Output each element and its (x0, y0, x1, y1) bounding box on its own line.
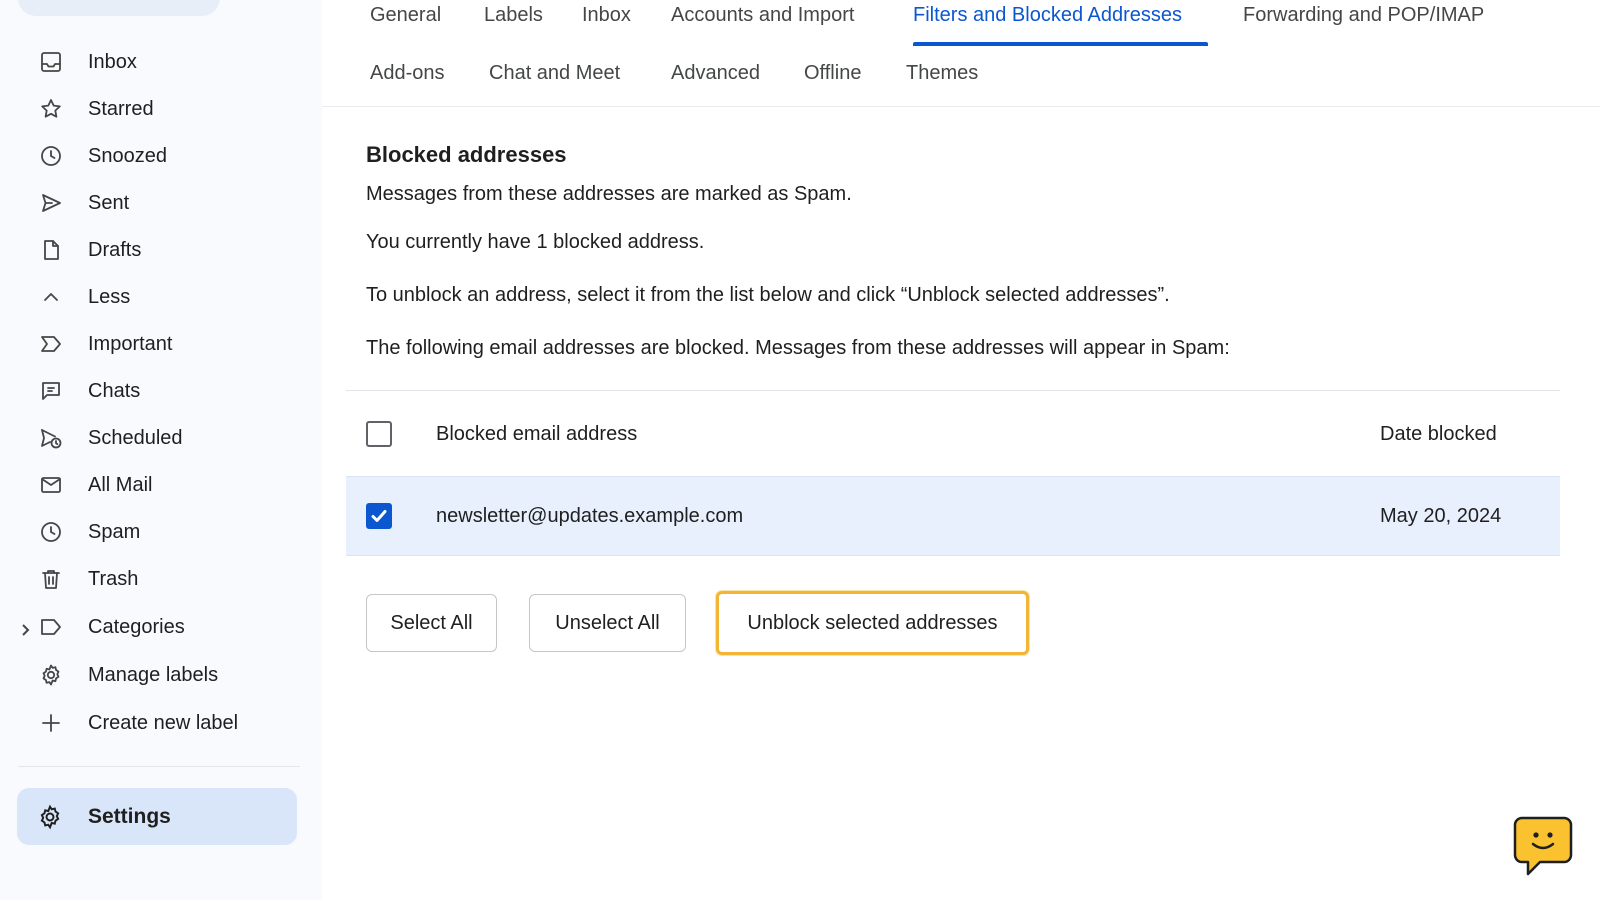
unblock-instructions: To unblock an address, select it from th… (366, 284, 1170, 306)
gear-icon (38, 662, 64, 688)
column-header-address: Blocked email address (436, 423, 638, 445)
chat-icon (38, 378, 64, 404)
sidebar-item-less[interactable]: Less (0, 277, 300, 317)
star-icon (38, 96, 64, 122)
send-icon (38, 190, 64, 216)
draft-icon (38, 237, 64, 263)
sidebar-item-label: Snoozed (88, 144, 167, 167)
sidebar-item-create-new-label[interactable]: Create new label (0, 703, 300, 743)
trash-icon (38, 566, 64, 592)
sidebar-item-snoozed[interactable]: Snoozed (0, 136, 300, 176)
tabs-divider (322, 106, 1600, 107)
sidebar-item-label: Chats (88, 379, 141, 402)
select-all-button[interactable]: Select All (366, 594, 497, 652)
table-header: Blocked email address Date blocked (346, 392, 1560, 476)
sidebar-item-chats[interactable]: Chats (0, 371, 300, 411)
sidebar-item-label: Spam (88, 520, 141, 543)
tab-labels[interactable]: Labels (484, 4, 543, 27)
sidebar-item-label: All Mail (88, 473, 153, 496)
sidebar-item-label: Categories (88, 615, 185, 638)
tab-inbox[interactable]: Inbox (582, 4, 631, 27)
tab-themes[interactable]: Themes (906, 62, 978, 85)
tab-advanced[interactable]: Advanced (671, 62, 760, 85)
compose-button[interactable] (18, 0, 220, 16)
active-tab-indicator (913, 42, 1208, 46)
tab-general[interactable]: General (370, 4, 441, 27)
sidebar-item-label: Less (88, 285, 131, 308)
row-checkbox[interactable] (366, 503, 392, 529)
table-row[interactable]: newsletter@updates.example.com May 20, 2… (346, 476, 1560, 556)
unblock-selected-button[interactable]: Unblock selected addresses (716, 591, 1029, 655)
spam-icon (38, 519, 64, 545)
sidebar-item-label: Create new label (88, 711, 239, 734)
plus-icon (38, 710, 64, 736)
sidebar-item-spam[interactable]: Spam (0, 512, 300, 552)
sidebar-item-scheduled[interactable]: Scheduled (0, 418, 300, 458)
sidebar-item-label: Drafts (88, 238, 142, 261)
blocked-count-text: You currently have 1 blocked address. (366, 231, 705, 253)
sidebar-item-label: Manage labels (88, 663, 219, 686)
sidebar-item-label: Starred (88, 97, 154, 120)
sidebar-item-drafts[interactable]: Drafts (0, 230, 300, 270)
chevron-right-icon[interactable] (18, 620, 32, 636)
select-all-checkbox[interactable] (366, 421, 392, 447)
sidebar-item-label: Trash (88, 567, 139, 590)
gear-icon (37, 804, 63, 830)
label-icon (38, 614, 64, 640)
checkmark-icon (371, 510, 387, 522)
sidebar-item-label: Scheduled (88, 426, 183, 449)
tab-filters-and-blocked-addresses[interactable]: Filters and Blocked Addresses (913, 4, 1182, 27)
chevron-up-icon (38, 284, 64, 310)
tab-forwarding-and-pop-imap[interactable]: Forwarding and POP/IMAP (1243, 4, 1484, 27)
clock-icon (38, 143, 64, 169)
sidebar-divider (18, 766, 300, 767)
unselect-all-button[interactable]: Unselect All (529, 594, 686, 652)
sidebar-item-inbox[interactable]: Inbox (0, 42, 300, 82)
section-title: Blocked addresses (366, 142, 567, 167)
support-chat-icon[interactable] (1512, 815, 1574, 877)
sidebar-item-sent[interactable]: Sent (0, 183, 300, 223)
tab-chat-and-meet[interactable]: Chat and Meet (489, 62, 620, 85)
blocked-address: newsletter@updates.example.com (436, 505, 744, 527)
sidebar-item-label: Inbox (88, 50, 137, 73)
sidebar-item-all-mail[interactable]: All Mail (0, 465, 300, 505)
date-blocked: May 20, 2024 (1380, 505, 1502, 527)
scheduled-send-icon (38, 425, 64, 451)
tab-accounts-and-import[interactable]: Accounts and Import (671, 4, 854, 27)
sidebar-item-trash[interactable]: Trash (0, 559, 300, 599)
tab-add-ons[interactable]: Add-ons (370, 62, 445, 85)
sidebar: Inbox Starred Snoozed Sent Drafts Less I… (0, 0, 322, 900)
sidebar-item-label: Settings (88, 804, 171, 828)
table-divider (346, 390, 1560, 391)
sidebar-item-manage-labels[interactable]: Manage labels (0, 655, 300, 695)
sidebar-item-categories[interactable]: Categories (0, 607, 300, 647)
important-icon (38, 331, 64, 357)
tab-offline[interactable]: Offline (804, 62, 861, 85)
sidebar-item-important[interactable]: Important (0, 324, 300, 364)
sidebar-item-starred[interactable]: Starred (0, 89, 300, 129)
sidebar-item-label: Important (88, 332, 173, 355)
section-subtitle: Messages from these addresses are marked… (366, 183, 852, 205)
column-header-date: Date blocked (1380, 423, 1497, 445)
mail-icon (38, 472, 64, 498)
inbox-icon (38, 49, 64, 75)
sidebar-item-label: Sent (88, 191, 130, 214)
sidebar-item-settings[interactable]: Settings (17, 788, 297, 845)
blocked-list-intro: The following email addresses are blocke… (366, 337, 1230, 359)
